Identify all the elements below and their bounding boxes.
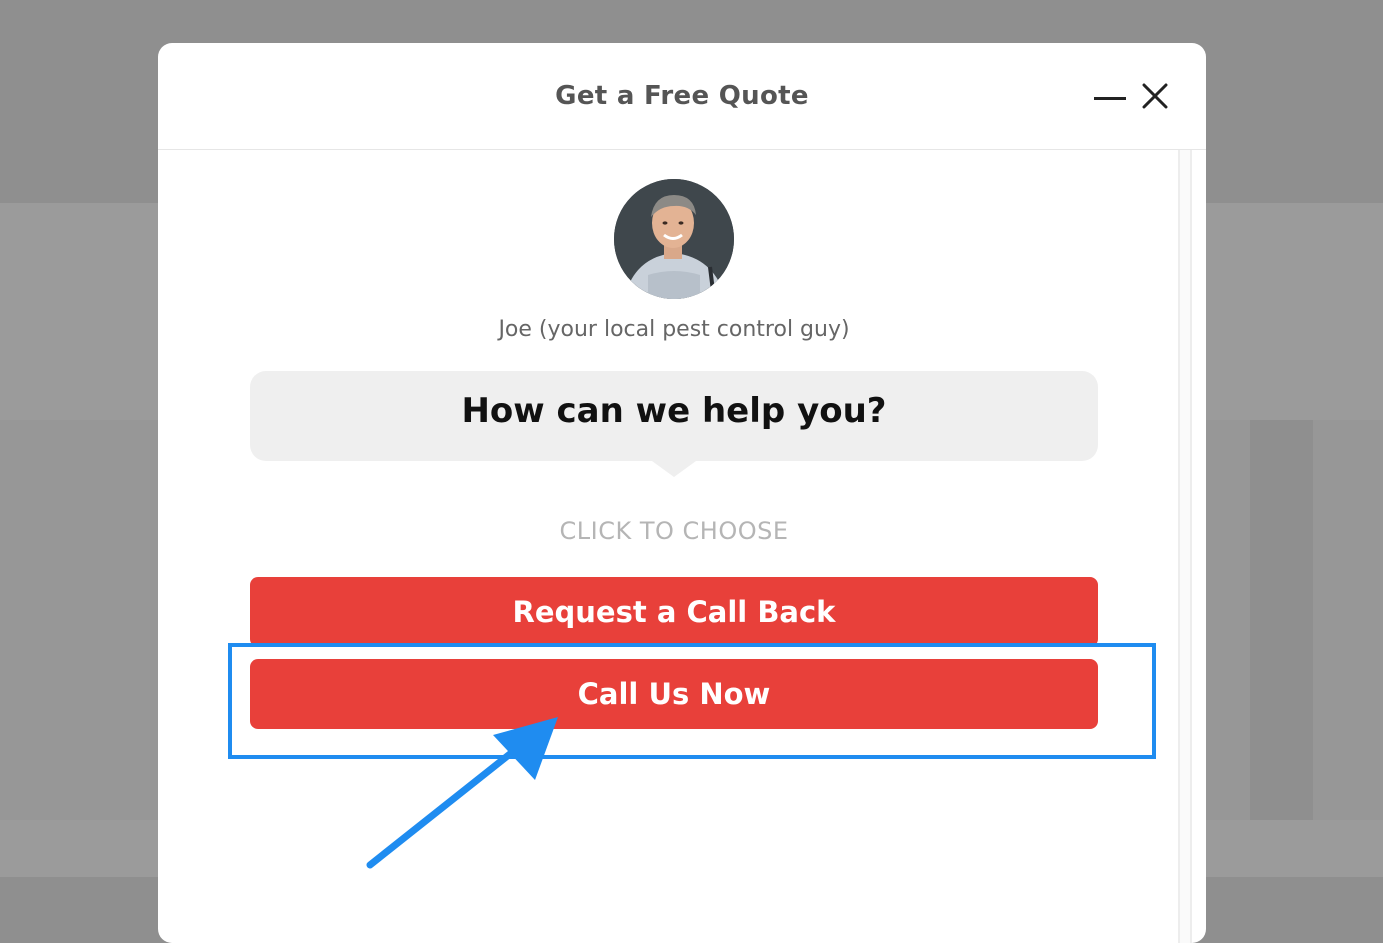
avatar-photo-icon (614, 179, 734, 299)
avatar (614, 179, 734, 299)
agent-name: Joe (your local pest control guy) (498, 317, 850, 342)
minimize-icon[interactable] (1094, 97, 1126, 100)
scrollbar[interactable] (1178, 150, 1192, 943)
call-now-button[interactable]: Call Us Now (250, 659, 1098, 729)
modal-title: Get a Free Quote (555, 81, 809, 111)
modal-header: Get a Free Quote (158, 43, 1206, 150)
close-icon[interactable] (1141, 82, 1169, 110)
quote-modal: Get a Free Quote Joe (your local pest co… (158, 43, 1206, 943)
request-callback-button[interactable]: Request a Call Back (250, 577, 1098, 647)
chat-bubble-tail (652, 461, 696, 477)
choose-label: CLICK TO CHOOSE (559, 517, 789, 545)
chat-bubble: How can we help you? (250, 371, 1098, 461)
background-page-block (1313, 420, 1383, 820)
chat-bubble-message: How can we help you? (461, 391, 887, 431)
